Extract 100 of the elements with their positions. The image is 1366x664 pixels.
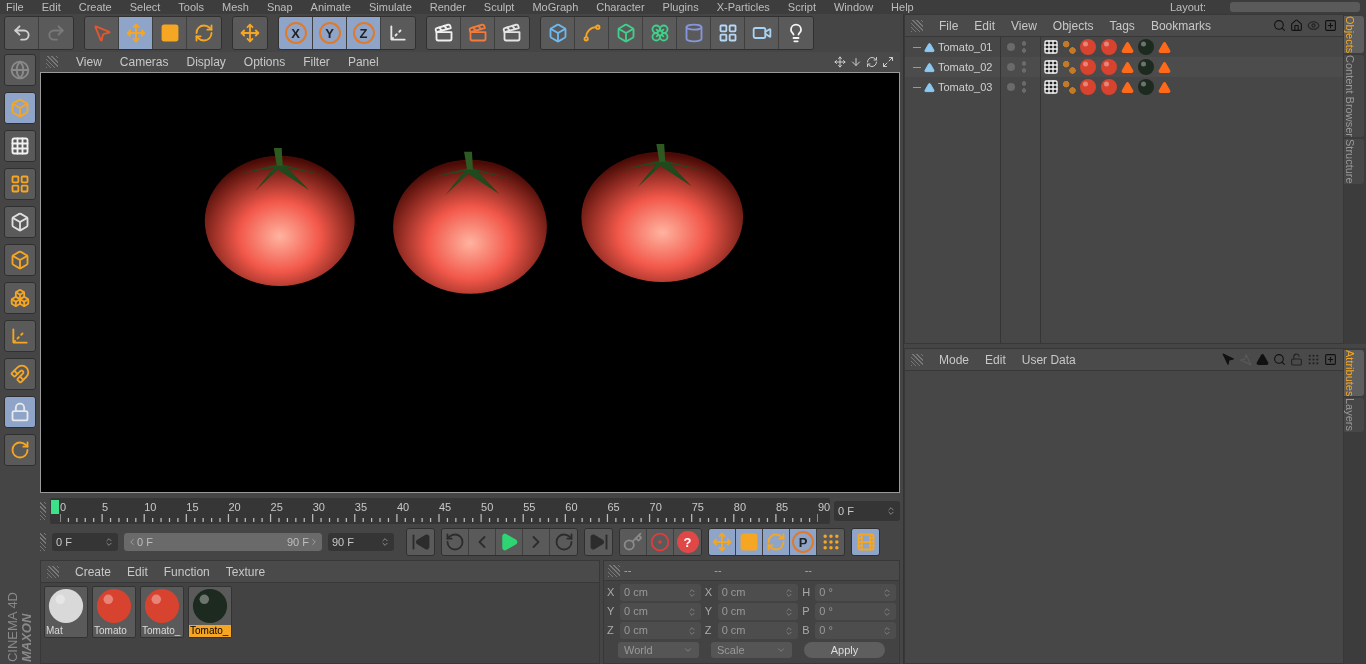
menu-item[interactable]: File — [6, 0, 24, 14]
menu-item[interactable]: Help — [891, 0, 914, 14]
menu-item[interactable]: Display — [186, 53, 226, 71]
drag-handle-icon[interactable] — [46, 56, 58, 68]
tool-button[interactable]: Y — [313, 17, 347, 49]
viewport[interactable] — [40, 72, 900, 493]
menu-item[interactable]: Simulate — [368, 0, 412, 14]
drag-handle-icon[interactable] — [47, 565, 59, 578]
tool-button[interactable] — [763, 529, 790, 555]
menu-item[interactable]: View — [1011, 16, 1037, 35]
tool-button[interactable] — [745, 17, 779, 49]
tool-button[interactable] — [4, 320, 36, 352]
menu-item[interactable]: Options — [243, 53, 286, 71]
phong-tag-icon[interactable] — [1062, 40, 1076, 54]
tool-button[interactable] — [643, 17, 677, 49]
selection-tag-icon[interactable] — [1121, 80, 1134, 94]
tool-button[interactable]: X — [279, 17, 313, 49]
object-row[interactable]: Tomato_02 — [905, 57, 1000, 77]
eye-icon[interactable] — [1307, 19, 1320, 32]
tool-button[interactable]: Z — [347, 17, 381, 49]
phong-tag-icon[interactable] — [1062, 60, 1076, 74]
tool-button[interactable] — [736, 529, 763, 555]
menu-item[interactable]: Edit — [985, 350, 1006, 369]
selection-tag-icon[interactable] — [1158, 80, 1171, 94]
back-arrow-icon[interactable] — [1222, 353, 1235, 366]
menu-item[interactable]: Character — [596, 0, 645, 14]
side-tab[interactable]: Content Browser — [1344, 55, 1364, 138]
move-icon[interactable] — [834, 56, 846, 68]
menu-item[interactable]: Create — [75, 562, 112, 581]
new-panel-icon[interactable] — [1324, 353, 1337, 366]
home-icon[interactable] — [1290, 19, 1303, 32]
menu-item[interactable]: Function — [163, 562, 210, 581]
material-swatch[interactable]: Tomato_ — [188, 586, 232, 638]
tool-button[interactable] — [4, 130, 36, 162]
menu-item[interactable]: Bookmarks — [1150, 16, 1211, 35]
material-swatch[interactable]: Tomato — [92, 586, 136, 638]
texture-tag-icon[interactable] — [1043, 39, 1059, 55]
material-swatch[interactable]: Tomato_ — [140, 586, 184, 638]
drag-handle-icon[interactable] — [40, 533, 46, 551]
tool-button[interactable] — [4, 206, 36, 238]
side-tab[interactable]: Attributes — [1344, 350, 1364, 397]
frame-range-slider[interactable]: 0 F 90 F — [124, 533, 322, 551]
end-frame-field[interactable]: 90 F — [328, 533, 394, 551]
tool-button[interactable] — [4, 396, 36, 428]
tool-button[interactable] — [4, 358, 36, 390]
tool-button[interactable] — [153, 17, 187, 49]
menu-item[interactable]: Sculpt — [483, 0, 515, 14]
tool-button[interactable] — [4, 282, 36, 314]
drag-handle-icon[interactable] — [608, 564, 620, 577]
material-tag-icon[interactable] — [1080, 79, 1096, 95]
phong-tag-icon[interactable] — [1062, 80, 1076, 94]
menu-item[interactable]: Texture — [225, 562, 266, 581]
tool-button[interactable] — [709, 529, 736, 555]
menu-item[interactable]: Script — [787, 0, 816, 14]
texture-tag-icon[interactable] — [1043, 59, 1059, 75]
coordinate-field[interactable]: 0 cm — [620, 622, 701, 639]
tool-button[interactable] — [4, 434, 36, 466]
material-tag-icon[interactable] — [1138, 59, 1154, 75]
menu-item[interactable]: Plugins — [662, 0, 699, 14]
menu-item[interactable]: Snap — [266, 0, 293, 14]
menu-item[interactable]: Edit — [127, 562, 148, 581]
new-panel-icon[interactable] — [1324, 19, 1337, 32]
side-tab[interactable]: Layers — [1344, 398, 1364, 432]
side-tab[interactable]: Structure — [1344, 139, 1364, 184]
menu-item[interactable]: View — [76, 53, 102, 71]
tool-button[interactable] — [4, 92, 36, 124]
menu-item[interactable]: User Data — [1021, 350, 1076, 369]
menu-item[interactable]: Cameras — [119, 53, 169, 71]
maximize-icon[interactable] — [882, 56, 894, 68]
menu-item[interactable]: Objects — [1052, 16, 1094, 35]
menu-item[interactable]: Tools — [178, 0, 204, 14]
lock-icon[interactable] — [1290, 353, 1303, 366]
search-icon[interactable] — [1273, 353, 1286, 366]
menu-item[interactable]: Filter — [303, 53, 330, 71]
menu-item[interactable]: Mesh — [222, 0, 249, 14]
menu-item[interactable]: Window — [833, 0, 874, 14]
coordinate-field[interactable]: 0 cm — [717, 603, 799, 620]
material-tag-icon[interactable] — [1101, 59, 1117, 75]
apply-button[interactable]: Apply — [804, 642, 885, 658]
side-tab[interactable]: Objects — [1344, 16, 1364, 54]
tool-button[interactable] — [5, 17, 39, 49]
current-frame-field[interactable]: 0 F — [834, 501, 900, 521]
search-icon[interactable] — [1273, 19, 1286, 32]
tool-button[interactable] — [381, 17, 415, 49]
menu-item[interactable]: Edit — [41, 0, 61, 14]
menu-item[interactable]: Select — [129, 0, 161, 14]
texture-tag-icon[interactable] — [1043, 79, 1059, 95]
tool-button[interactable] — [427, 17, 461, 49]
drag-handle-icon[interactable] — [911, 19, 923, 32]
coordinate-field[interactable]: 0 cm — [620, 603, 701, 620]
material-tag-icon[interactable] — [1080, 59, 1096, 75]
menu-item[interactable]: Mode — [939, 350, 970, 369]
menu-item[interactable]: File — [939, 16, 959, 35]
tool-button[interactable] — [4, 244, 36, 276]
menu-item[interactable]: Create — [78, 0, 112, 14]
drag-handle-icon[interactable] — [40, 502, 46, 520]
menu-item[interactable]: Render — [429, 0, 466, 14]
timeline-ruler[interactable]: 0 5 10 15 20 25 30 35 40 45 50 55 60 65 70 75 80 85 90 — [50, 498, 830, 524]
tool-button[interactable] — [575, 17, 609, 49]
material-tag-icon[interactable] — [1101, 39, 1117, 55]
